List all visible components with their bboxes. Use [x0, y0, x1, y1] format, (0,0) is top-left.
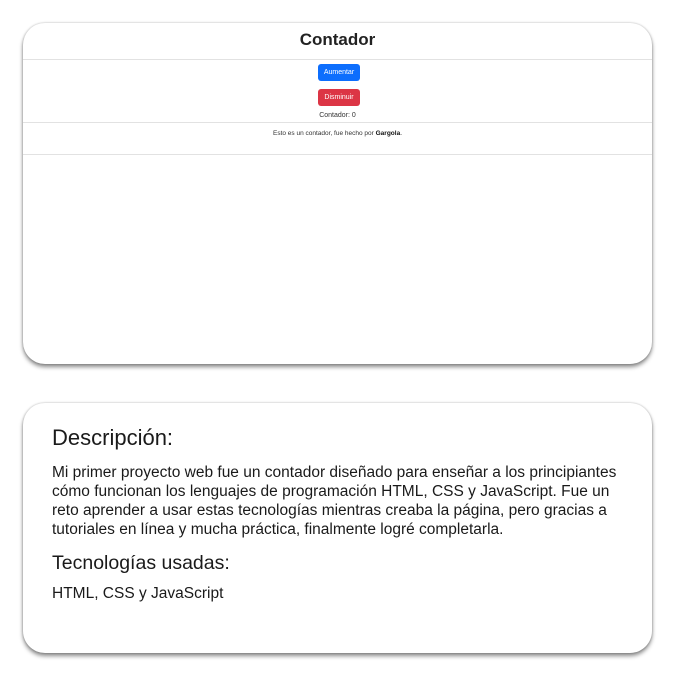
project-preview-card: Contador Aumentar Disminuir Contador: 0 …	[23, 23, 652, 364]
preview-header: Contador	[23, 23, 652, 60]
footer-suffix: .	[400, 130, 402, 137]
description-heading: Descripción:	[52, 425, 174, 450]
footer-author: Gargola	[375, 130, 401, 137]
decrease-button[interactable]: Disminuir	[318, 89, 360, 106]
preview-counter-section: Aumentar Disminuir Contador: 0	[23, 60, 652, 123]
footer-prefix: Esto es un contador, fue hecho por	[272, 130, 374, 137]
increase-button[interactable]: Aumentar	[318, 64, 360, 81]
counter-value: 0	[351, 112, 356, 119]
description-card: Descripción: Mi primer proyecto web fue …	[23, 403, 652, 653]
technologies-heading: Tecnologías usadas:	[52, 552, 230, 574]
counter-label: Contador:	[319, 112, 350, 119]
preview-title: Contador	[299, 30, 376, 49]
description-text: Mi primer proyecto web fue un contador d…	[52, 464, 617, 538]
technologies-text: HTML, CSS y JavaScript	[52, 585, 224, 602]
counter-display: Contador: 0	[23, 112, 652, 119]
preview-footer: Esto es un contador, fue hecho por Gargo…	[23, 123, 652, 155]
